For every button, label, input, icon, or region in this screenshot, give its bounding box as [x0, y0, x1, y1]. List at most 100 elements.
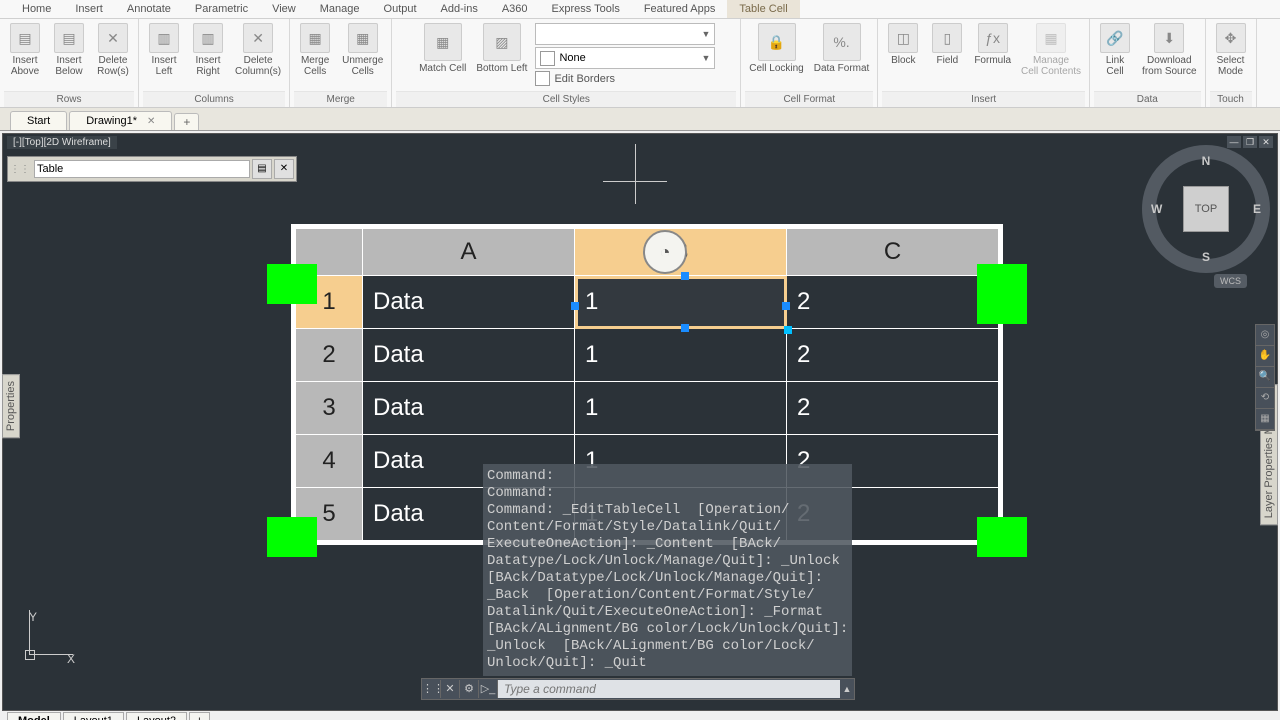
edit-borders-button[interactable]: Edit Borders [535, 71, 715, 86]
expand-history-icon[interactable]: ▲ [840, 684, 854, 694]
grip-icon[interactable]: ⋮⋮ [422, 680, 441, 698]
col-header-a[interactable]: A [363, 229, 575, 276]
panel-title-cell-format: Cell Format [745, 91, 873, 107]
delete-cols-button[interactable]: ✕Delete Column(s) [231, 21, 285, 79]
ribbon: ▤Insert Above ▤Insert Below ✕Delete Row(… [0, 19, 1280, 108]
insert-field-button[interactable]: ▯Field [926, 21, 968, 68]
tab-output[interactable]: Output [372, 0, 429, 18]
quick-select-icon[interactable]: ▤ [252, 159, 272, 179]
alignment-button[interactable]: ▨Bottom Left [472, 21, 531, 76]
cell-b3[interactable]: 1 [575, 382, 787, 435]
insert-block-button[interactable]: ◫Block [882, 21, 924, 68]
close-icon[interactable]: ✕ [147, 116, 155, 127]
wcs-badge[interactable]: WCS [1214, 274, 1247, 288]
cell-c1[interactable]: 2 [787, 276, 999, 329]
tab-home[interactable]: Home [10, 0, 63, 18]
doc-tab-start[interactable]: Start [10, 111, 67, 130]
match-cell-button[interactable]: ▦Match Cell [415, 21, 470, 76]
quick-select-palette[interactable]: ⋮⋮ ▤ ✕ [7, 156, 297, 182]
tab-table-cell[interactable]: Table Cell [727, 0, 799, 18]
download-from-source-button[interactable]: ⬇Download from Source [1138, 21, 1200, 79]
cell-grip[interactable] [681, 272, 689, 280]
cell-grip[interactable] [571, 302, 579, 310]
delete-rows-button[interactable]: ✕Delete Row(s) [92, 21, 134, 79]
tab-featured-apps[interactable]: Featured Apps [632, 0, 728, 18]
viewcube-top-face[interactable]: TOP [1183, 186, 1229, 232]
layout-tab-layout1[interactable]: Layout1 [63, 712, 124, 720]
cell-a3[interactable]: Data [363, 382, 575, 435]
manage-cell-contents-button[interactable]: ▦Manage Cell Contents [1017, 21, 1085, 79]
tab-manage[interactable]: Manage [308, 0, 372, 18]
data-format-button[interactable]: %.Data Format [810, 21, 874, 76]
viewcube[interactable]: TOP N S E W [1151, 154, 1261, 264]
cell-c3[interactable]: 2 [787, 382, 999, 435]
insert-col-right-button[interactable]: ▥Insert Right [187, 21, 229, 79]
customize-icon[interactable]: ⚙ [460, 680, 479, 698]
command-input[interactable] [498, 680, 840, 698]
orbit-icon[interactable]: ⟲ [1256, 388, 1274, 409]
cell-a2[interactable]: Data [363, 329, 575, 382]
zoom-icon[interactable]: 🔍 [1256, 367, 1274, 388]
new-doc-button[interactable]: + [174, 113, 199, 130]
drawing-canvas[interactable]: [-][Top][2D Wireframe] — ❐ ✕ ⋮⋮ ▤ ✕ Prop… [2, 133, 1278, 711]
tab-parametric[interactable]: Parametric [183, 0, 260, 18]
restore-button[interactable]: ❐ [1243, 136, 1257, 148]
close-cmdline-icon[interactable]: ✕ [441, 680, 460, 698]
table-row: 2 Data 1 2 [296, 329, 999, 382]
viewport-label[interactable]: [-][Top][2D Wireframe] [7, 136, 117, 149]
cell-grip[interactable] [782, 302, 790, 310]
grip-handle[interactable] [267, 264, 317, 304]
cell-a1[interactable]: Data [363, 276, 575, 329]
cell-b2[interactable]: 1 [575, 329, 787, 382]
panel-title-touch: Touch [1210, 91, 1252, 107]
block-icon: ◫ [888, 23, 918, 53]
cell-locking-button[interactable]: 🔒Cell Locking [745, 21, 807, 76]
pan-icon[interactable]: ✋ [1256, 346, 1274, 367]
row-header-4[interactable]: 4 [296, 435, 363, 488]
object-type-input[interactable] [34, 160, 250, 178]
unmerge-cells-button[interactable]: ▦Unmerge Cells [338, 21, 387, 79]
tab-addins[interactable]: Add-ins [429, 0, 490, 18]
col-header-c[interactable]: C [787, 229, 999, 276]
autofill-grip[interactable] [784, 326, 792, 334]
tab-a360[interactable]: A360 [490, 0, 540, 18]
cell-c2[interactable]: 2 [787, 329, 999, 382]
tab-view[interactable]: View [260, 0, 308, 18]
grip-handle[interactable] [977, 517, 1027, 557]
cell-b1[interactable]: 1 [575, 276, 787, 329]
fill-swatch-icon [540, 51, 555, 66]
panel-title-columns: Columns [143, 91, 285, 107]
tab-annotate[interactable]: Annotate [115, 0, 183, 18]
close-viewport-button[interactable]: ✕ [1259, 136, 1273, 148]
link-cell-button[interactable]: 🔗Link Cell [1094, 21, 1136, 79]
minimize-button[interactable]: — [1227, 136, 1241, 148]
tab-express-tools[interactable]: Express Tools [540, 0, 632, 18]
insert-formula-button[interactable]: ƒxFormula [970, 21, 1015, 68]
doc-tab-drawing1[interactable]: Drawing1*✕ [69, 111, 172, 130]
grip-handle[interactable] [977, 264, 1027, 324]
add-layout-button[interactable]: + [189, 712, 209, 720]
steering-wheel-icon[interactable]: ◎ [1256, 325, 1274, 346]
insert-col-left-button[interactable]: ▥Insert Left [143, 21, 185, 79]
select-mode-button[interactable]: ✥Select Mode [1210, 21, 1252, 79]
compass-south: S [1202, 250, 1210, 264]
layout-tab-layout2[interactable]: Layout2 [126, 712, 187, 720]
merge-cells-button[interactable]: ▦Merge Cells [294, 21, 336, 79]
showmotion-icon[interactable]: ▦ [1256, 409, 1274, 430]
properties-panel-tab[interactable]: Properties [2, 374, 20, 438]
command-line[interactable]: ⋮⋮ ✕ ⚙ ▷_ ▲ [421, 678, 855, 700]
insert-row-above-button[interactable]: ▤Insert Above [4, 21, 46, 79]
grip-handle[interactable] [267, 517, 317, 557]
close-palette-icon[interactable]: ✕ [274, 159, 294, 179]
select-mode-icon: ✥ [1216, 23, 1246, 53]
layout-tab-model[interactable]: Model [7, 712, 61, 720]
cell-style-combo[interactable]: ▼ [535, 23, 715, 45]
insert-row-below-button[interactable]: ▤Insert Below [48, 21, 90, 79]
background-fill-combo[interactable]: None▼ [535, 47, 715, 69]
tab-insert[interactable]: Insert [63, 0, 115, 18]
row-header-2[interactable]: 2 [296, 329, 363, 382]
grip-icon[interactable]: ⋮⋮ [10, 164, 30, 175]
row-header-3[interactable]: 3 [296, 382, 363, 435]
navigation-bar[interactable]: ◎ ✋ 🔍 ⟲ ▦ [1255, 324, 1275, 431]
cell-grip[interactable] [681, 324, 689, 332]
